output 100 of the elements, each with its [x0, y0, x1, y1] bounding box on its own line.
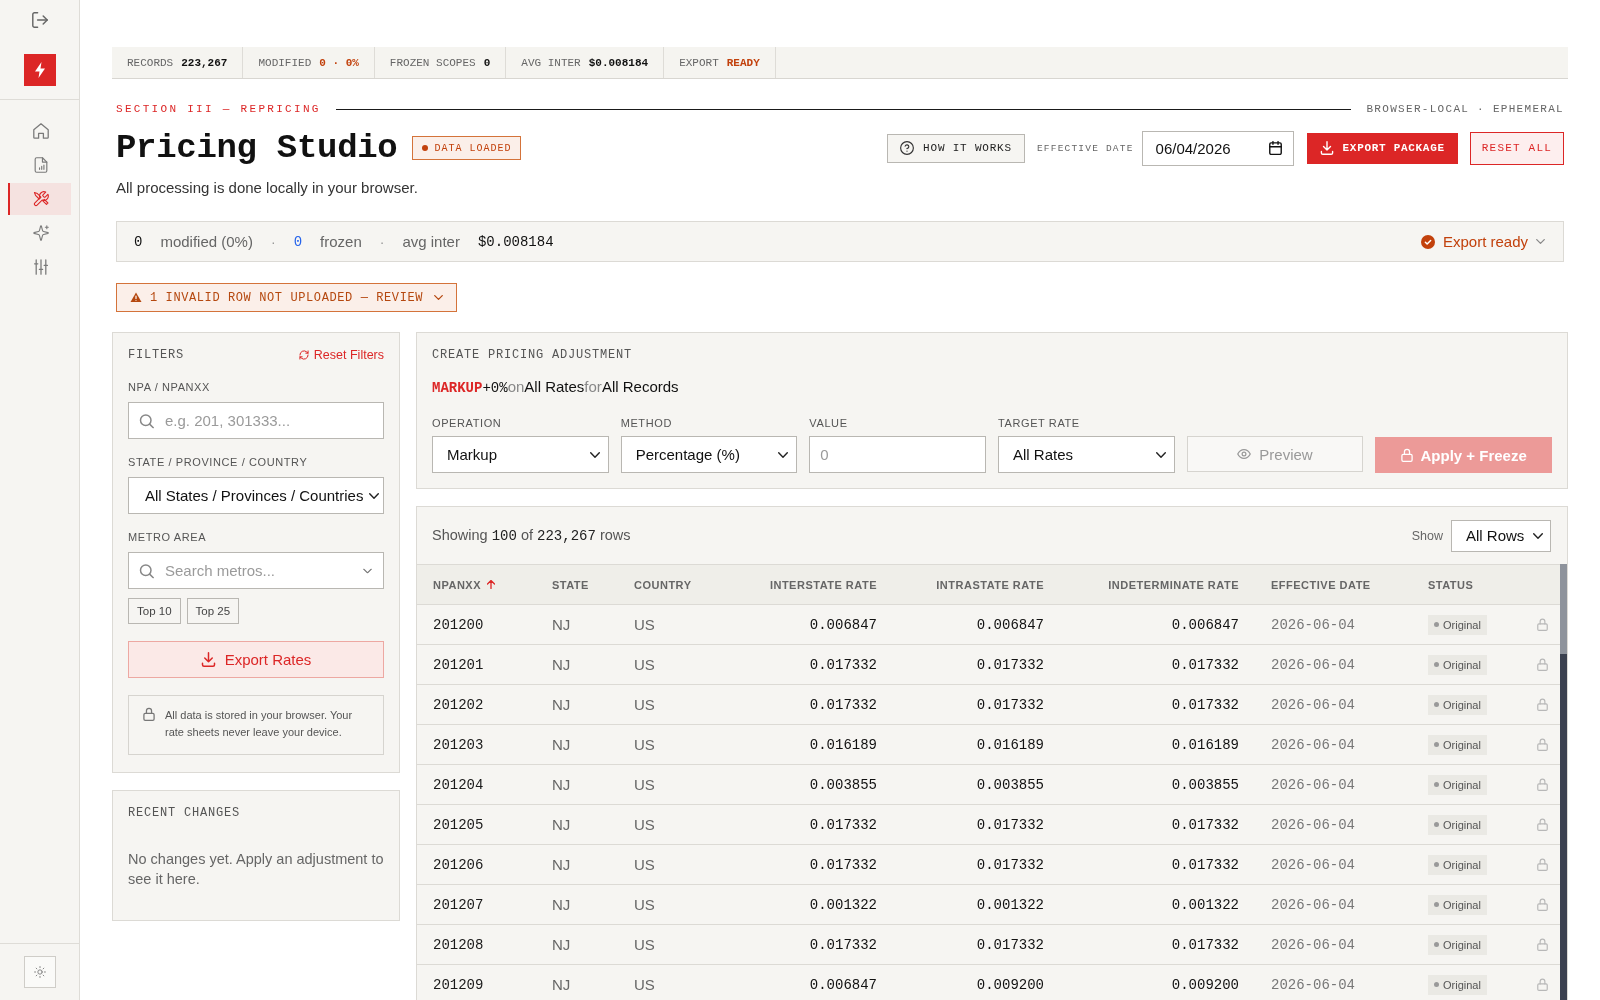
lock-icon[interactable]: [1537, 938, 1548, 951]
preset-button[interactable]: Top 25: [186, 598, 240, 624]
field-label: OPERATION: [432, 417, 503, 430]
calendar-icon[interactable]: [1268, 141, 1282, 155]
table-cell: 0.006847: [893, 604, 1060, 645]
how-it-works-button[interactable]: HOW IT WORKS: [887, 133, 1025, 163]
logout-icon[interactable]: [31, 12, 48, 28]
status-text: Original: [1443, 938, 1481, 951]
download-icon: [200, 652, 216, 667]
lock-icon[interactable]: [1537, 738, 1548, 751]
field-label: NPA / NPANXX: [128, 381, 211, 394]
table-cell: 0.017332: [1060, 644, 1255, 685]
status-text: Original: [1443, 778, 1481, 791]
table-cell: 2026-06-04: [1255, 724, 1412, 765]
search-field[interactable]: e.g. 201, 301333...: [128, 402, 384, 439]
table-cell: US: [618, 964, 718, 1000]
theme-button[interactable]: [23, 956, 56, 988]
page-title: Pricing Studio: [116, 128, 398, 168]
table-cell: 0.017332: [893, 804, 1060, 845]
table-cell: 201202: [417, 684, 536, 725]
lock-icon: [143, 707, 155, 721]
stat-value: $0.008184: [588, 56, 649, 69]
table-cell: 0.016189: [1060, 724, 1255, 765]
search-dropdown-field[interactable]: Search metros...: [128, 552, 384, 589]
reset-all-button[interactable]: RESET ALL: [1469, 131, 1564, 165]
chevron-down-icon: [369, 492, 380, 499]
table-cell: US: [618, 764, 718, 805]
table-cell: 0.003855: [893, 764, 1060, 805]
column-header[interactable]: INTRASTATE RATE: [893, 564, 1060, 605]
invalid-row-alert-button[interactable]: 1 INVALID ROW NOT UPLOADED — REVIEW: [116, 283, 458, 312]
column-header[interactable]: STATUS: [1412, 564, 1516, 605]
separator: ·: [379, 233, 385, 250]
dropdown[interactable]: Percentage (%): [620, 436, 798, 473]
value-input[interactable]: 0: [809, 436, 986, 473]
table-cell: 0.017332: [1060, 684, 1255, 725]
nav-item[interactable]: [8, 183, 71, 215]
chevron-down-icon: [1536, 239, 1545, 244]
column-header[interactable]: STATE: [536, 564, 618, 605]
lock-icon: [1400, 448, 1413, 462]
table-cell: 201203: [417, 724, 536, 765]
lock-icon[interactable]: [1537, 898, 1548, 911]
column-header[interactable]: COUNTRY: [618, 564, 718, 605]
show-label: Show: [1411, 528, 1443, 543]
table-cell: 2026-06-04: [1255, 604, 1412, 645]
lock-icon[interactable]: [1537, 698, 1548, 711]
stat-value: 0 · 0%: [319, 56, 359, 69]
reset-filters-link[interactable]: Reset Filters: [298, 348, 384, 362]
dropdown[interactable]: Markup: [432, 436, 609, 473]
status-dot-icon: [1434, 702, 1439, 707]
status-text: Original: [1443, 858, 1481, 871]
chevron-down-icon: [434, 295, 444, 300]
warning-icon: [130, 292, 142, 303]
table-cell: 0.001322: [1060, 884, 1255, 925]
lock-icon[interactable]: [1537, 818, 1548, 831]
status-text: Original: [1443, 698, 1481, 711]
table-cell: 2026-06-04: [1255, 844, 1412, 885]
status-dot-icon: [1434, 902, 1439, 907]
export-status-button[interactable]: Export ready: [1420, 233, 1545, 250]
table-cell: NJ: [536, 724, 618, 765]
status-text: Original: [1443, 818, 1481, 831]
status-dot-icon: [1434, 742, 1439, 747]
lock-icon[interactable]: [1537, 658, 1548, 671]
column-header[interactable]: NPANXX: [417, 564, 536, 605]
table-cell: 2026-06-04: [1255, 804, 1412, 845]
home-icon: [32, 123, 49, 139]
stat-label: FROZEN SCOPES: [389, 56, 476, 69]
stat-label: MODIFIED: [258, 56, 312, 69]
column-header[interactable]: EFFECTIVE DATE: [1255, 564, 1412, 605]
table-cell: NJ: [536, 924, 618, 965]
export-package-button[interactable]: EXPORT PACKAGE: [1306, 132, 1458, 164]
privacy-text: All data is stored in your browser. Your rate sheets never leave your device.: [165, 708, 354, 740]
dropdown[interactable]: All States / Provinces / Countries: [128, 477, 384, 514]
lock-icon[interactable]: [1537, 978, 1548, 991]
scrollbar[interactable]: [1560, 564, 1567, 1000]
chevron-down-icon[interactable]: [363, 568, 372, 573]
lock-icon[interactable]: [1537, 618, 1548, 631]
status-dot-icon: [1434, 862, 1439, 867]
tools-icon: [32, 191, 49, 207]
table-cell: US: [618, 844, 718, 885]
export-rates-button[interactable]: Export Rates: [128, 641, 384, 678]
table-cell: 0.016189: [718, 724, 893, 765]
table-cell: NJ: [536, 764, 618, 805]
sparkles-icon: [32, 225, 49, 241]
lock-icon[interactable]: [1537, 858, 1548, 871]
column-header[interactable]: INDETERMINATE RATE: [1060, 564, 1255, 605]
column-header[interactable]: INTERSTATE RATE: [718, 564, 893, 605]
field-label: STATE / PROVINCE / COUNTRY: [128, 456, 309, 469]
preset-button[interactable]: Top 10: [128, 598, 181, 624]
dropdown[interactable]: All Rows: [1451, 519, 1551, 552]
table-cell: 2026-06-04: [1255, 684, 1412, 725]
empty-state-text: No changes yet. Apply an adjustment to see it here.: [128, 850, 384, 889]
date-field[interactable]: 06/04/2026: [1141, 130, 1294, 166]
table-cell: 0.017332: [893, 684, 1060, 725]
table-cell: 0.009200: [893, 964, 1060, 1000]
dropdown[interactable]: All Rates: [998, 436, 1175, 473]
lock-icon[interactable]: [1537, 778, 1548, 791]
chevron-down-icon: [589, 451, 600, 458]
stat-label: EXPORT: [679, 56, 719, 69]
table-cell: US: [618, 724, 718, 765]
table-cell: 201209: [417, 964, 536, 1000]
